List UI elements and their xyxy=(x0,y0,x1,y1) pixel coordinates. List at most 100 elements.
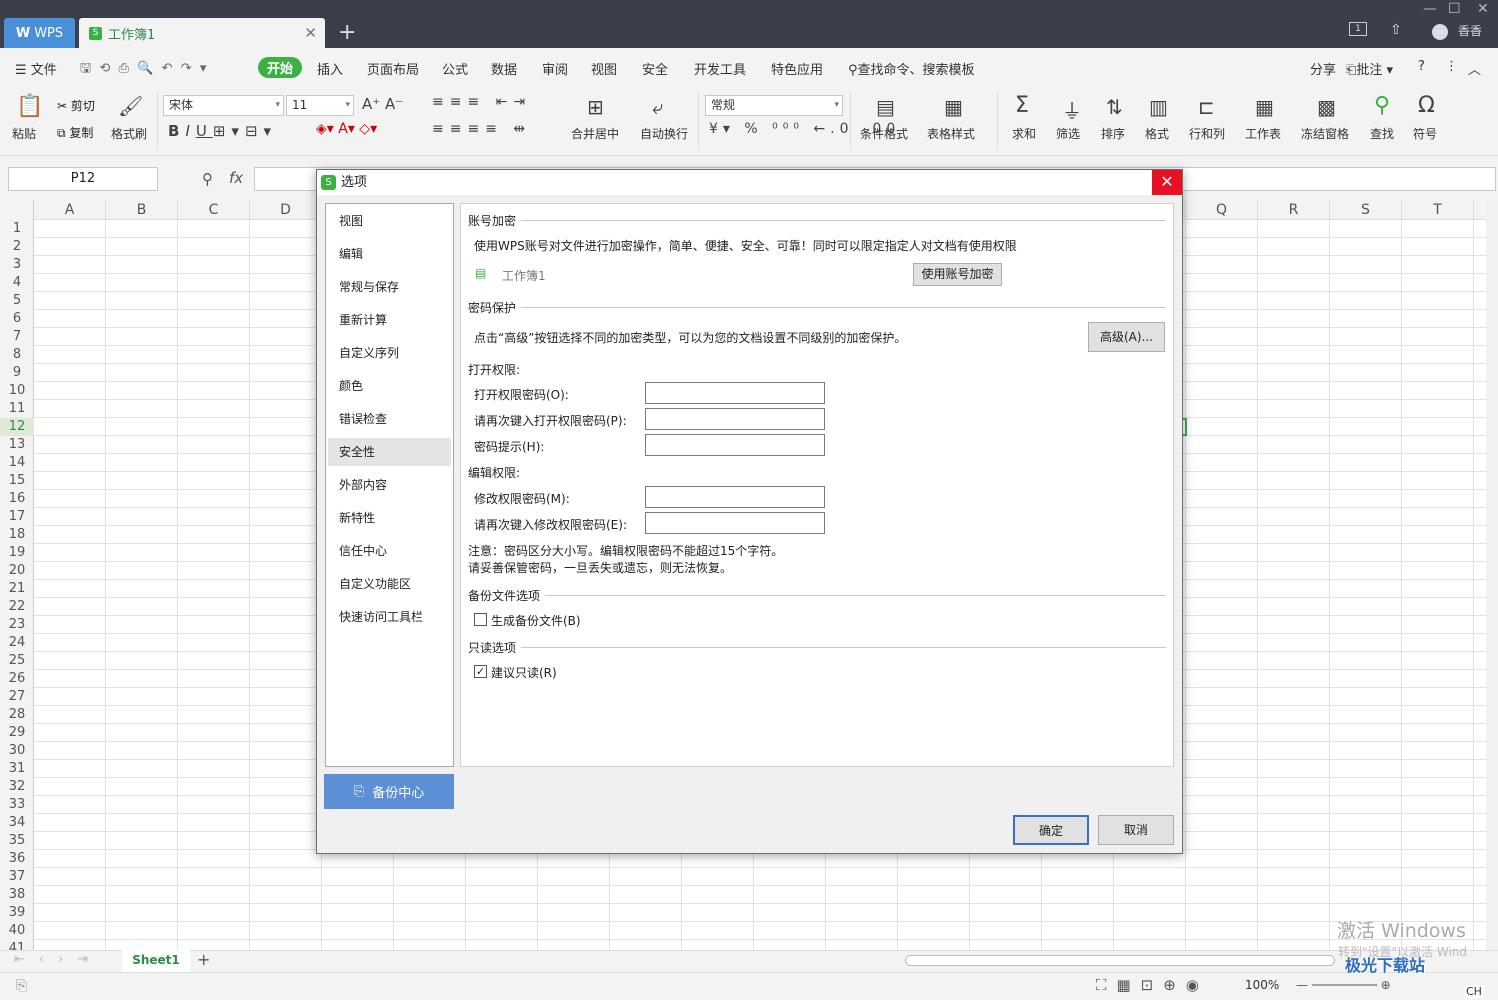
row-header[interactable]: 23 xyxy=(0,616,34,634)
options-nav-item[interactable]: 外部内容 xyxy=(328,471,451,499)
avatar[interactable] xyxy=(1432,24,1448,40)
conditional-format-button[interactable]: 条件格式 xyxy=(860,125,908,142)
row-header[interactable]: 13 xyxy=(0,436,34,454)
maximize-button[interactable]: ☐ xyxy=(1448,1,1461,17)
merge-icon[interactable]: ⊞ xyxy=(587,95,604,119)
tab-insert[interactable]: 插入 xyxy=(317,59,343,78)
view-mode-icons[interactable]: ⛶▦⊡⊕◉ xyxy=(1096,976,1209,994)
user-name[interactable]: 香香 xyxy=(1458,22,1482,39)
row-header[interactable]: 9 xyxy=(0,364,34,382)
ok-button[interactable]: 确定 xyxy=(1013,815,1089,845)
wrap-text-button[interactable]: 自动换行 xyxy=(640,125,688,142)
comment-button[interactable]: ⎗批注 ▾ xyxy=(1346,59,1393,78)
tab-view[interactable]: 视图 xyxy=(591,59,617,78)
row-header[interactable]: 4 xyxy=(0,274,34,292)
row-header[interactable]: 40 xyxy=(0,922,34,940)
options-nav-item[interactable]: 自定义功能区 xyxy=(328,570,451,598)
fill-color-icon[interactable]: ◈▾ A▾ ◇▾ xyxy=(316,121,377,137)
zoom-level[interactable]: 100% xyxy=(1245,978,1279,992)
row-header[interactable]: 12 xyxy=(0,418,34,436)
row-header[interactable]: 27 xyxy=(0,688,34,706)
quick-access-icons[interactable]: 🖫 ⟲ ⎙ 🔍 ↶ ↷ ▾ xyxy=(80,59,206,81)
skin-icon[interactable]: ⇧ xyxy=(1390,22,1402,38)
readonly-label[interactable]: 建议只读(R) xyxy=(491,664,557,681)
document-tab[interactable]: S 工作簿1 ✕ xyxy=(79,18,325,48)
tab-review[interactable]: 审阅 xyxy=(542,59,568,78)
account-encrypt-button[interactable]: 使用账号加密 xyxy=(913,263,1002,286)
options-nav-item[interactable]: 颜色 xyxy=(328,372,451,400)
options-nav-item[interactable]: 视图 xyxy=(328,207,451,235)
row-header[interactable]: 14 xyxy=(0,454,34,472)
freeze-icon[interactable]: ▩ xyxy=(1317,95,1336,119)
options-nav-item[interactable]: 错误检查 xyxy=(328,405,451,433)
vertical-scrollbar[interactable] xyxy=(1486,200,1498,950)
select-all-corner[interactable] xyxy=(0,200,34,220)
row-header[interactable]: 25 xyxy=(0,652,34,670)
align-icons[interactable]: ≡≡≡ ⇤⇥ xyxy=(432,94,531,110)
row-header[interactable]: 3 xyxy=(0,256,34,274)
font-style-icons[interactable]: BIU⊞▾⊟▾ xyxy=(168,122,277,140)
format-painter-icon[interactable]: 🖌 xyxy=(118,94,143,118)
column-header[interactable]: R xyxy=(1258,200,1330,220)
row-header[interactable]: 20 xyxy=(0,562,34,580)
row-header[interactable]: 35 xyxy=(0,832,34,850)
tab-page-layout[interactable]: 页面布局 xyxy=(367,59,419,78)
help-icon[interactable]: ? xyxy=(1418,59,1425,74)
format-button[interactable]: 格式 xyxy=(1145,125,1169,142)
options-nav-item[interactable]: 重新计算 xyxy=(328,306,451,334)
backup-file-checkbox[interactable] xyxy=(474,613,487,626)
row-header[interactable]: 31 xyxy=(0,760,34,778)
symbol-button[interactable]: 符号 xyxy=(1413,125,1437,142)
zoom-formula-icon[interactable]: ⚲ xyxy=(202,170,213,188)
filter-icon[interactable]: ⏚ xyxy=(1062,95,1082,124)
font-name-select[interactable]: 宋体 xyxy=(163,95,284,116)
command-search[interactable]: ⚲查找命令、搜索模板 xyxy=(848,59,975,78)
halign-icons[interactable]: ≡≡≡≡ ⇹ xyxy=(432,121,531,137)
column-header[interactable]: D xyxy=(250,200,322,220)
row-header[interactable]: 5 xyxy=(0,292,34,310)
format-painter-button[interactable]: 格式刷 xyxy=(111,125,147,142)
row-header[interactable]: 2 xyxy=(0,238,34,256)
options-nav-item[interactable]: 新特性 xyxy=(328,504,451,532)
column-header[interactable]: Q xyxy=(1186,200,1258,220)
options-nav-item[interactable]: 常规与保存 xyxy=(328,273,451,301)
paste-icon[interactable]: 📋 xyxy=(16,94,43,119)
open-password-input[interactable] xyxy=(645,382,825,404)
sum-icon[interactable]: Σ xyxy=(1015,93,1029,118)
freeze-panes-button[interactable]: 冻结窗格 xyxy=(1301,125,1349,142)
row-header[interactable]: 32 xyxy=(0,778,34,796)
name-box[interactable]: P12 xyxy=(8,167,158,191)
table-style-icon[interactable]: ▦ xyxy=(944,95,963,119)
tab-special[interactable]: 特色应用 xyxy=(771,59,823,78)
row-header[interactable]: 1 xyxy=(0,220,34,238)
open-password-confirm-input[interactable] xyxy=(645,408,825,430)
sort-button[interactable]: 排序 xyxy=(1101,125,1125,142)
row-header[interactable]: 7 xyxy=(0,328,34,346)
row-header[interactable]: 28 xyxy=(0,706,34,724)
copy-button[interactable]: ⧉ 复制 xyxy=(57,124,93,141)
filter-button[interactable]: 筛选 xyxy=(1056,125,1080,142)
paste-button[interactable]: 粘贴 xyxy=(12,125,36,142)
row-col-button[interactable]: 行和列 xyxy=(1189,125,1225,142)
row-header[interactable]: 8 xyxy=(0,346,34,364)
wps-home-tab[interactable]: W WPS xyxy=(4,18,75,48)
row-header[interactable]: 18 xyxy=(0,526,34,544)
worksheet-button[interactable]: 工作表 xyxy=(1245,125,1281,142)
increase-font-icon[interactable]: A⁺ A⁻ xyxy=(362,95,403,113)
row-header[interactable]: 21 xyxy=(0,580,34,598)
tab-start[interactable]: 开始 xyxy=(258,57,302,78)
zoom-slider[interactable]: — ───────── ⊕ xyxy=(1296,978,1391,992)
row-header[interactable]: 30 xyxy=(0,742,34,760)
horizontal-scrollbar[interactable] xyxy=(905,955,1335,966)
row-header[interactable]: 24 xyxy=(0,634,34,652)
backup-center-button[interactable]: ⎘ 备份中心 xyxy=(324,774,454,809)
wrap-icon[interactable]: ⤶ xyxy=(652,95,663,119)
row-header[interactable]: 17 xyxy=(0,508,34,526)
row-header[interactable]: 11 xyxy=(0,400,34,418)
password-hint-input[interactable] xyxy=(645,434,825,456)
font-size-select[interactable]: 11 xyxy=(286,95,354,116)
table-style-button[interactable]: 表格样式 xyxy=(927,125,975,142)
readonly-checkbox[interactable]: ✓ xyxy=(474,665,487,678)
sheet-tab-sheet1[interactable]: Sheet1 xyxy=(122,950,190,972)
options-nav-item[interactable]: 信任中心 xyxy=(328,537,451,565)
